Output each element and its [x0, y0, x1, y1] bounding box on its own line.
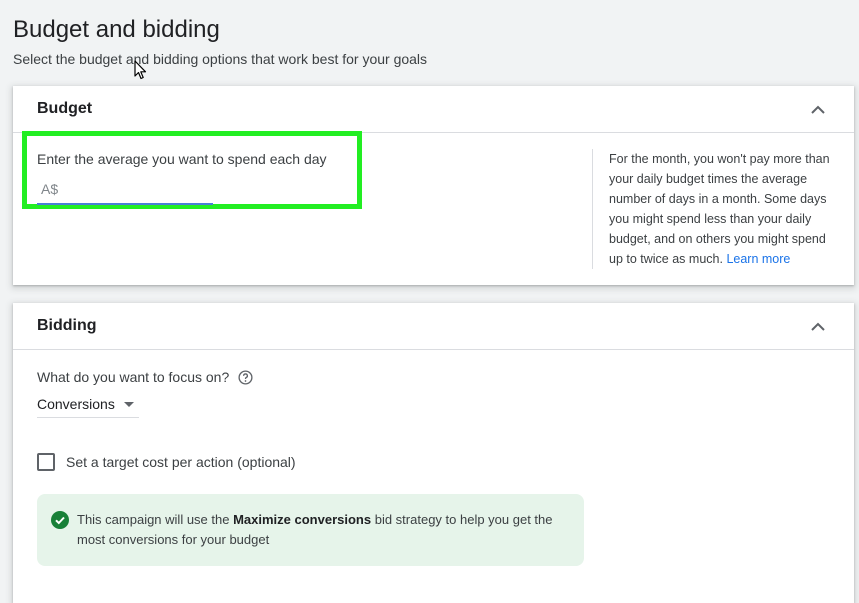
bid-strategy-text: This campaign will use the Maximize conv…: [77, 510, 568, 550]
budget-card: Budget Enter the average you want to spe…: [13, 86, 854, 285]
dropdown-arrow-icon: [123, 401, 134, 407]
bidding-card: Bidding What do you want to focus on? Co…: [13, 303, 854, 603]
page-title: Budget and bidding: [13, 16, 220, 43]
focus-question-text: What do you want to focus on?: [37, 369, 230, 385]
help-circle-icon[interactable]: [238, 369, 253, 385]
target-cpa-checkbox[interactable]: [37, 453, 55, 471]
check-circle-icon: [51, 511, 69, 529]
mouse-pointer-icon: [134, 60, 147, 80]
bidding-header-title: Bidding: [37, 317, 97, 334]
chevron-up-icon[interactable]: [806, 97, 830, 121]
strategy-prefix: This campaign will use the: [77, 512, 230, 527]
target-cpa-label: Set a target cost per action (optional): [66, 454, 296, 470]
daily-budget-label: Enter the average you want to spend each…: [37, 151, 327, 167]
focus-dropdown-value: Conversions: [37, 396, 115, 412]
budget-help-body: For the month, you won't pay more than y…: [609, 152, 830, 266]
focus-dropdown[interactable]: Conversions: [37, 391, 139, 418]
chevron-up-icon[interactable]: [806, 314, 830, 338]
learn-more-link[interactable]: Learn more: [726, 252, 790, 266]
bid-strategy-notice: This campaign will use the Maximize conv…: [37, 494, 584, 566]
bidding-card-header[interactable]: Bidding: [13, 303, 854, 350]
strategy-name: Maximize conversions: [233, 512, 372, 527]
focus-question: What do you want to focus on?: [37, 369, 253, 385]
budget-help-text: For the month, you won't pay more than y…: [609, 149, 835, 269]
daily-budget-field[interactable]: [37, 175, 213, 205]
page-subtitle: Select the budget and bidding options th…: [13, 51, 428, 67]
daily-budget-input[interactable]: [37, 180, 213, 198]
target-cpa-option[interactable]: Set a target cost per action (optional): [37, 453, 296, 471]
vertical-divider: [592, 149, 593, 269]
budget-header-title: Budget: [37, 100, 93, 117]
budget-card-header[interactable]: Budget: [13, 86, 854, 133]
budget-body: Enter the average you want to spend each…: [13, 131, 854, 284]
